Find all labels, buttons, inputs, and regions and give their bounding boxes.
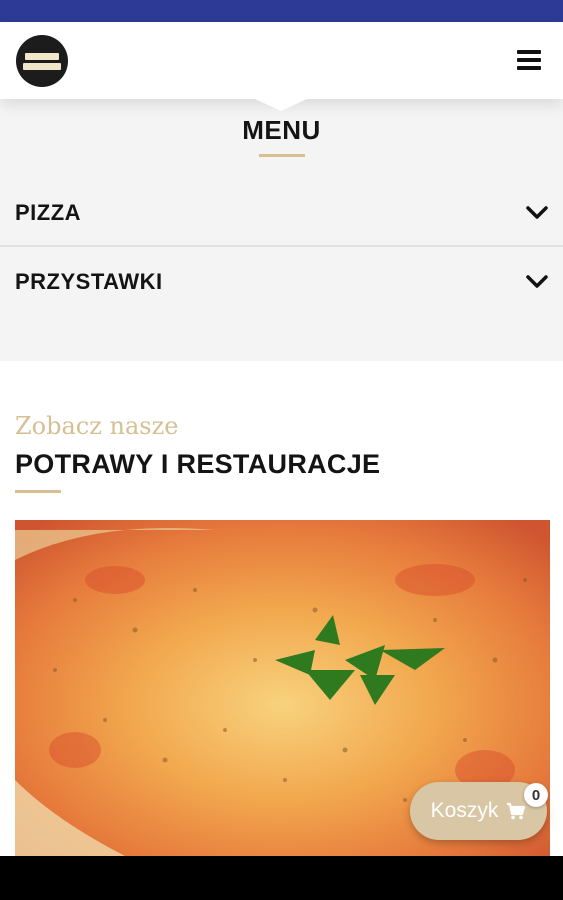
- app-header: [0, 22, 563, 99]
- chevron-down-icon: [526, 275, 548, 288]
- shopping-cart-icon: [507, 802, 526, 820]
- menu-section: MENU PIZZA PRZYSTAWKI: [0, 99, 563, 361]
- logo-bar-top: [25, 52, 59, 60]
- section-subtitle: Zobacz nasze: [15, 412, 179, 440]
- system-navigation-bar: [0, 856, 563, 900]
- restaurant-logo[interactable]: [16, 35, 68, 87]
- status-bar: [0, 0, 563, 22]
- section-title-underline: [15, 490, 61, 493]
- menu-category-label: PRZYSTAWKI: [15, 269, 163, 294]
- menu-category-przystawki[interactable]: PRZYSTAWKI: [0, 249, 563, 315]
- hamburger-menu-icon[interactable]: [517, 50, 543, 72]
- menu-category-label: PIZZA: [15, 200, 82, 225]
- hamburger-line: [517, 50, 541, 54]
- logo-bar-bottom: [23, 62, 61, 70]
- chevron-down-icon: [526, 206, 548, 219]
- hamburger-line: [517, 66, 541, 70]
- section-title: POTRAWY I RESTAURACJE: [15, 449, 381, 479]
- hamburger-line: [517, 58, 541, 62]
- header-notch: [255, 99, 307, 111]
- menu-title: MENU: [242, 115, 321, 145]
- menu-title-underline: [259, 154, 305, 157]
- cart-count-badge: 0: [524, 783, 548, 807]
- menu-category-pizza[interactable]: PIZZA: [0, 181, 563, 247]
- cart-label: Koszyk: [430, 799, 499, 822]
